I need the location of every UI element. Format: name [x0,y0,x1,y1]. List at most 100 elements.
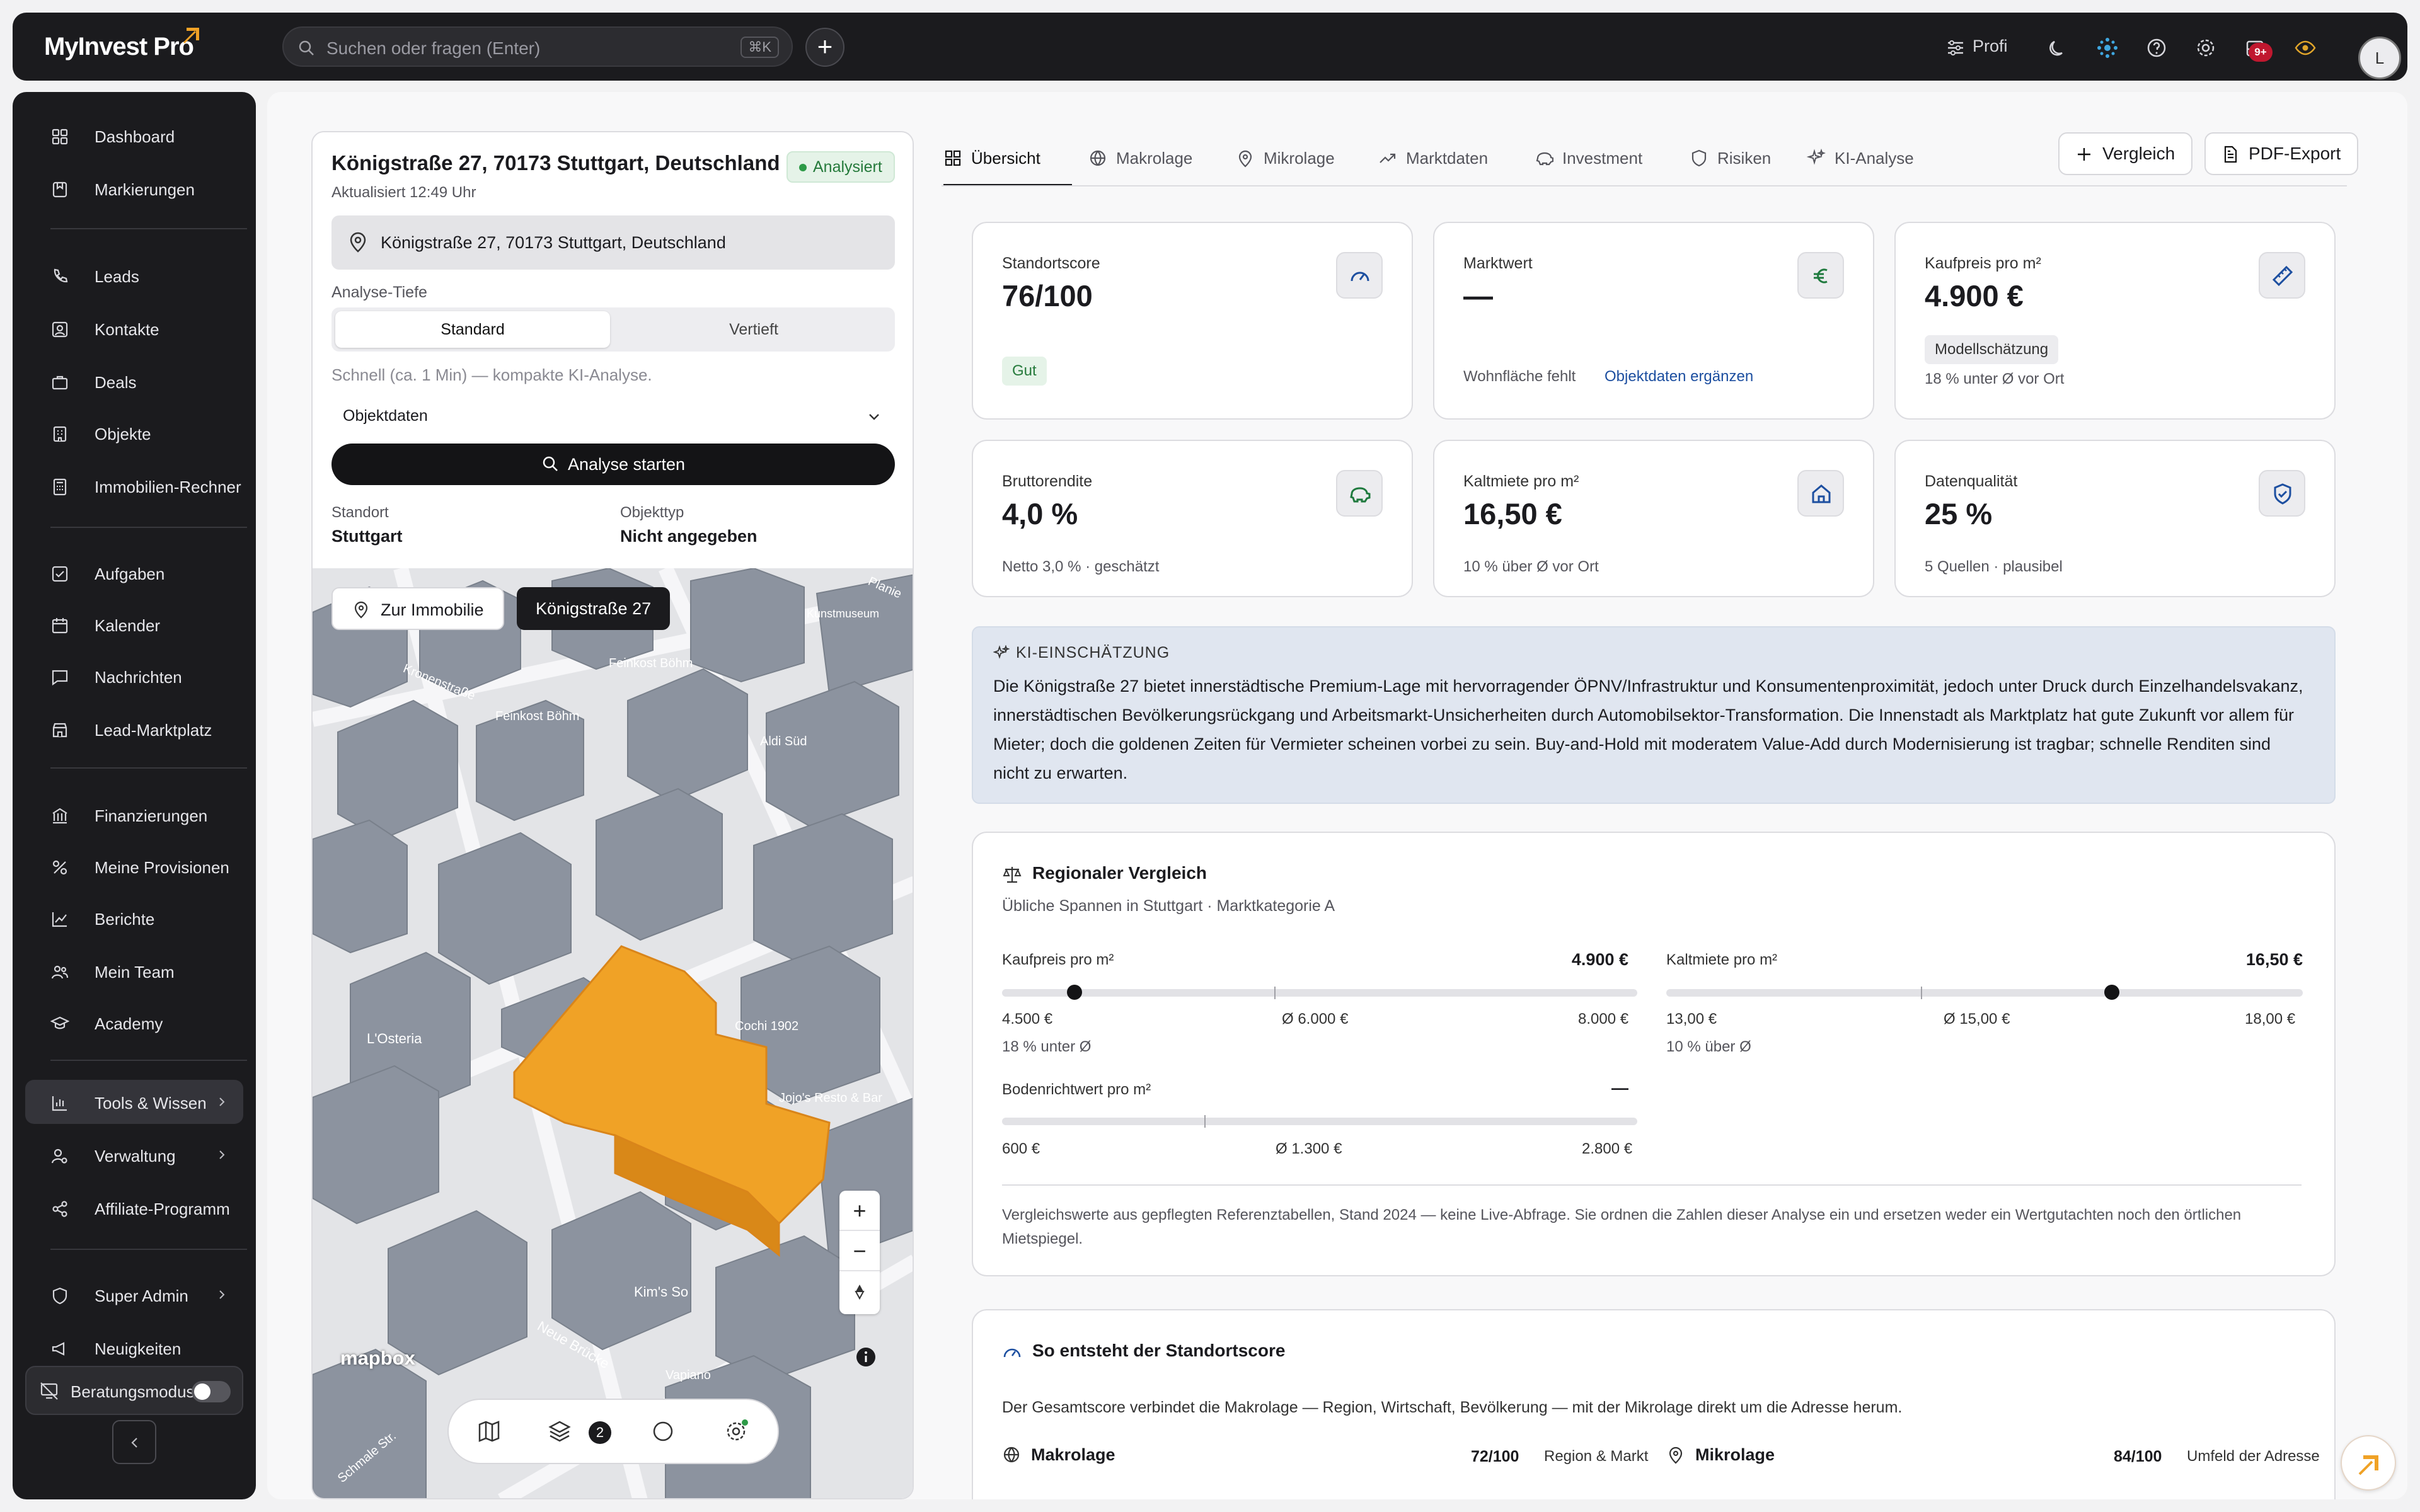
start-analysis-button[interactable]: Analyse starten [331,444,895,485]
address-chip-button[interactable]: Königstraße 27 [517,587,671,630]
search-input[interactable]: Suchen oder fragen (Enter) [326,38,540,59]
add-button[interactable]: + [805,28,844,67]
map-icon[interactable] [476,1419,502,1444]
kpi-note: Wohnfläche fehlt [1463,368,1576,385]
map-pin-icon [350,232,366,253]
collapse-sidebar-button[interactable] [112,1420,156,1464]
sidebar-item-neuigkeiten[interactable]: Neuigkeiten [25,1326,243,1370]
sidebar-item-lead-marktplatz[interactable]: Lead-Marktplatz [25,707,243,751]
layers-icon[interactable] [547,1419,572,1444]
compare-button[interactable]: Vergleich [2058,132,2193,175]
tab-investment[interactable]: Investment [1535,142,1642,186]
location-value: Stuttgart [331,527,403,546]
sidebar-item-meine-provisionen[interactable]: Meine Provisionen [25,844,243,888]
gear-icon[interactable] [2194,37,2217,59]
depth-option-vertieft[interactable]: Vertieft [616,311,891,348]
range-track [1666,985,2303,1000]
circle-icon[interactable] [650,1419,676,1444]
start-analysis-label: Analyse starten [567,455,686,474]
trend-icon [1380,153,1396,163]
sidebar-item-academy[interactable]: Academy [25,1000,243,1045]
kpi-card-kaltmiete[interactable]: Kaltmiete pro m² 16,50 € 10 % über Ø vor… [1433,440,1874,597]
sidebar-item-nachrichten[interactable]: Nachrichten [25,654,243,698]
range-min: 600 € [1002,1140,1040,1157]
kpi-card-datenqualitaet[interactable]: Datenqualität 25 % 5 Quellen · plausibel [1894,440,2336,597]
sidebar-item-aufgaben[interactable]: Aufgaben [25,551,243,595]
sidebar-item-leads[interactable]: Leads [25,253,243,297]
sidebar-item-super-admin[interactable]: Super Admin [25,1273,243,1317]
kpi-icon-box [2259,470,2305,517]
tab-mikrolage[interactable]: Mikrolage [1236,142,1335,186]
chevron-right-icon [219,1150,225,1159]
ai-assessment-heading: KI-EINSCHÄTZUNG [1016,644,1170,662]
kpi-title: Kaufpreis pro m² [1925,255,2041,272]
search-bar[interactable]: Suchen oder fragen (Enter) ⌘K [282,26,793,67]
sidebar-item-verwaltung[interactable]: Verwaltung [25,1133,243,1177]
kpi-card-standortscore[interactable]: Standortscore 76/100 Gut [972,222,1413,420]
sidebar-item-tools-wissen[interactable]: Tools & Wissen [25,1080,243,1124]
map-label: L'Osteria [367,1031,422,1046]
sidebar-item-kontakte[interactable]: Kontakte [25,306,243,350]
to-property-button[interactable]: Zur Immobilie [331,587,504,630]
store-icon [52,723,67,738]
app-logo[interactable]: MyInvest Pro [44,33,194,61]
range-average-marker [1274,987,1276,999]
gear-icon[interactable] [723,1419,749,1444]
avatar[interactable]: L [2358,37,2401,79]
macro-label: Makrolage [1031,1445,1115,1464]
sidebar-item-dashboard[interactable]: Dashboard [25,113,243,158]
sidebar-item-label: Finanzierungen [95,806,208,825]
map-3d[interactable]: Zur Immobilie Königstraße 27 Kronenstraß… [313,568,913,1498]
sidebar-item-deals[interactable]: Deals [25,359,243,403]
address-input[interactable]: Königstraße 27, 70173 Stuttgart, Deutsch… [331,215,895,270]
compare-row-label: Bodenrichtwert pro m² [1002,1081,1151,1098]
profile-mode-label[interactable]: Profi [1973,37,2008,56]
status-badge: Analysiert [786,151,895,183]
address-title: Königstraße 27, 70173 Stuttgart, Deutsch… [331,151,780,175]
range-max: 18,00 € [2245,1011,2296,1028]
zoom-in-button[interactable]: + [839,1191,880,1231]
checkbox-icon [52,566,68,582]
sidebar-item-objekte[interactable]: Objekte [25,411,243,455]
sidebar-item-kalender[interactable]: Kalender [25,602,243,646]
object-data-toggle[interactable]: Objektdaten [331,397,895,436]
ai-sparkle-icon[interactable] [2096,37,2119,59]
building-icon [53,426,67,442]
complete-object-data-link[interactable]: Objektdaten ergänzen [1605,368,1753,386]
kpi-card-bruttorendite[interactable]: Bruttorendite 4,0 % Netto 3,0 % · geschä… [972,440,1413,597]
help-icon[interactable] [2145,37,2168,59]
depth-label: Analyse-Tiefe [331,284,427,301]
zoom-out-button[interactable]: − [839,1231,880,1271]
tab-uebersicht[interactable]: Übersicht [943,142,1072,186]
tab-risiken[interactable]: Risiken [1690,142,1771,186]
tab-ki-analyse[interactable]: KI-Analyse [1807,142,1914,186]
sidebar-item-immobilien-rechner[interactable]: Immobilien-Rechner [25,464,243,508]
kpi-card-kaufpreis[interactable]: Kaufpreis pro m² 4.900 € Modellschätzung… [1894,222,2336,420]
sidebar-item-mein-team[interactable]: Mein Team [25,949,243,993]
moon-icon[interactable] [2047,37,2070,59]
advisory-mode-switch[interactable] [192,1381,231,1402]
eye-icon[interactable] [2294,37,2317,59]
assistant-fab[interactable] [2341,1435,2396,1491]
info-icon[interactable] [855,1346,877,1368]
piggy-icon [1350,487,1371,503]
sliders-icon[interactable] [1944,37,1967,59]
kpi-card-marktwert[interactable]: Marktwert — Wohnfläche fehlt Objektdaten… [1433,222,1874,420]
advisory-mode-toggle[interactable]: Beratungsmodus [25,1366,243,1415]
sidebar: Dashboard Markierungen Leads Kontakte De… [13,92,256,1499]
sidebar-item-label: Aufgaben [95,564,165,583]
sidebar-item-finanzierungen[interactable]: Finanzierungen [25,793,243,837]
tab-marktdaten[interactable]: Marktdaten [1378,142,1488,186]
compass-button[interactable] [839,1271,880,1312]
sidebar-item-berichte[interactable]: Berichte [25,896,243,940]
calendar-icon [52,618,68,634]
euro-icon [1814,268,1828,284]
sidebar-item-label: Immobilien-Rechner [95,478,241,496]
tab-makrolage[interactable]: Makrolage [1088,142,1192,186]
sidebar-item-affiliate-programm[interactable]: Affiliate-Programm [25,1186,243,1230]
range-note: 18 % unter Ø [1002,1038,1092,1055]
pdf-export-button[interactable]: PDF-Export [2204,132,2359,175]
depth-option-standard[interactable]: Standard [335,311,610,348]
pin-icon [1238,150,1252,168]
sidebar-item-markierungen[interactable]: Markierungen [25,166,243,210]
